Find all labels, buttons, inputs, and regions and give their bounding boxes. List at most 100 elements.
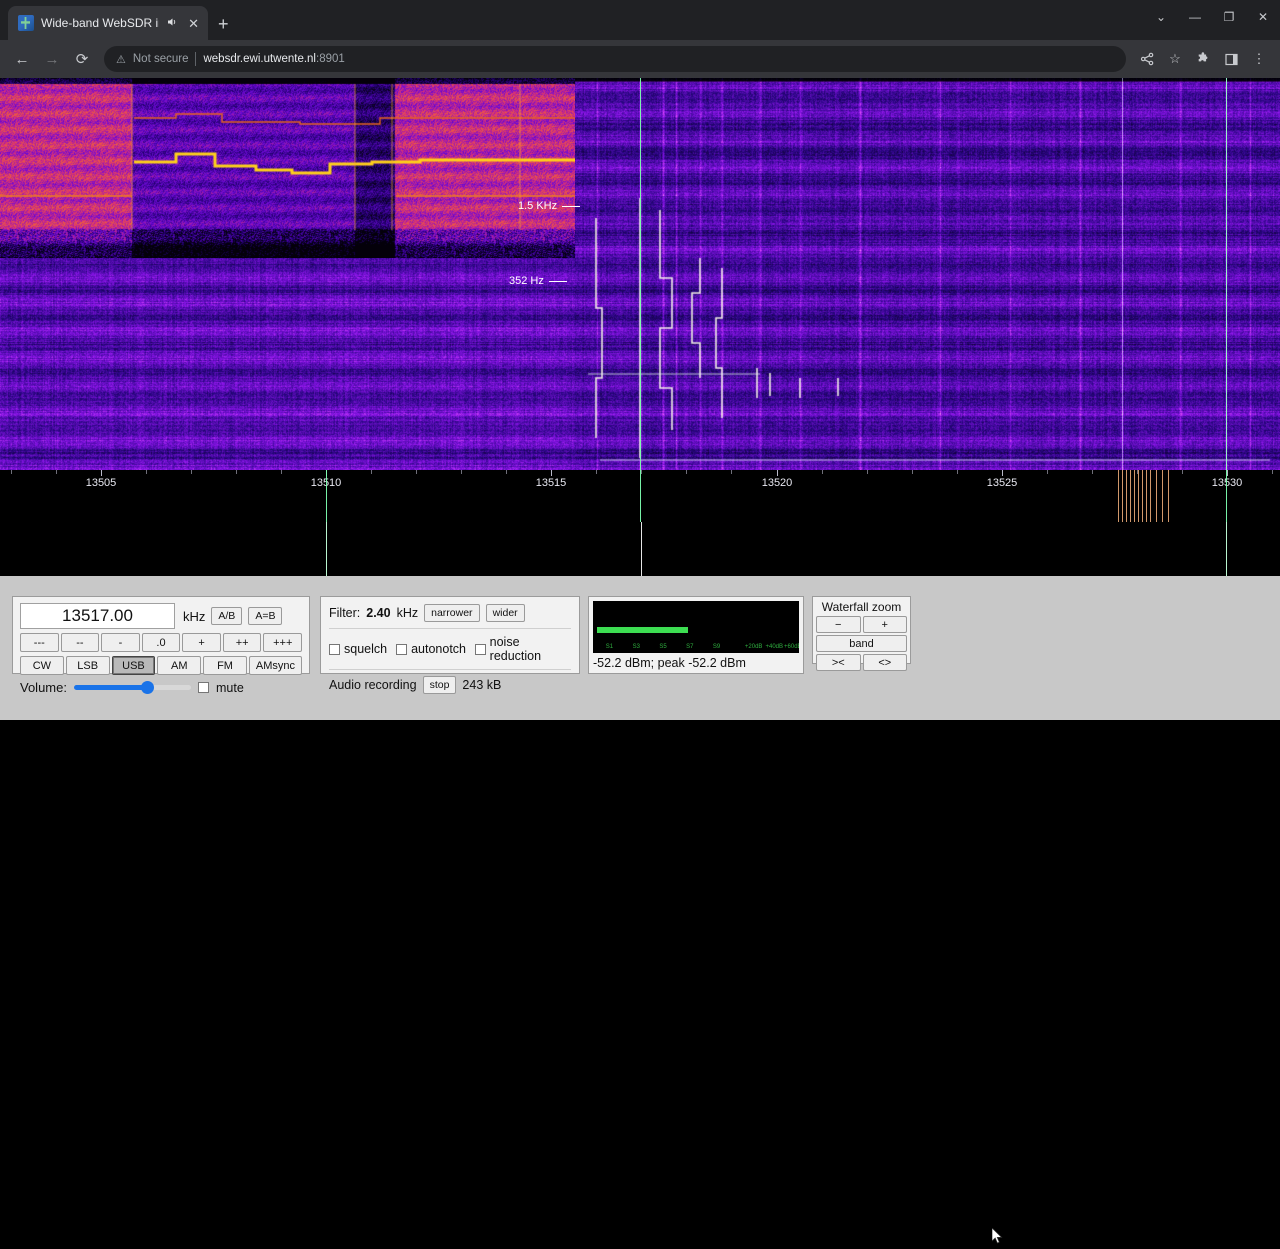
frequency-scale[interactable]: 135051351013515135201352513530: [0, 470, 1280, 522]
frequency-row: 13517.00 kHz A/B A=B: [20, 603, 302, 629]
frequency-tick-minor: [867, 470, 868, 474]
autonotch-label: autonotch: [411, 642, 467, 656]
frequency-step-button-5[interactable]: ++: [222, 633, 262, 652]
scale-marker-326: [326, 470, 327, 522]
frequency-step-button-3[interactable]: .0: [141, 633, 181, 652]
checkbox-item[interactable]: noise reduction: [475, 635, 571, 663]
tab-search-chevron-icon[interactable]: ⌄: [1144, 0, 1178, 34]
rus-band-tick: [1138, 470, 1139, 522]
browser-tab[interactable]: Wide-band WebSDR in Ensch ✕: [8, 6, 208, 40]
frequency-input[interactable]: 13517.00: [20, 603, 175, 629]
window-controls: ⌄ — ❐ ✕: [1144, 0, 1280, 34]
frequency-tick-minor: [236, 470, 237, 474]
smeter-scale-tick: +40dB: [765, 644, 784, 650]
back-icon[interactable]: ←: [8, 45, 36, 73]
band-marker-1122: [1122, 78, 1123, 470]
station-line-rabat: [641, 522, 642, 576]
audio-spectrogram-canvas: [0, 78, 575, 258]
recording-stop-button[interactable]: stop: [422, 676, 457, 694]
filter-label: Filter:: [329, 606, 361, 620]
a-equals-b-button[interactable]: A=B: [248, 607, 283, 625]
filter-value: 2.40: [366, 606, 391, 620]
zoom-in-button[interactable]: +: [862, 616, 907, 633]
rus-band-tick: [1146, 470, 1147, 522]
address-bar[interactable]: ⚠ Not secure websdr.ewi.utwente.nl:8901: [104, 46, 1126, 72]
frequency-step-button-1[interactable]: --: [60, 633, 100, 652]
mode-button-usb[interactable]: USB: [111, 656, 156, 675]
volume-fill: [73, 685, 147, 690]
toolbar-icons: ☆ ⋮: [1134, 46, 1272, 72]
waterfall-zoom-title: Waterfall zoom: [821, 600, 902, 614]
recording-label: Audio recording: [329, 678, 417, 692]
zoom-widen-button[interactable]: <>: [862, 654, 907, 671]
rus-band-tick: [1168, 470, 1169, 522]
frequency-tick-major: [101, 470, 102, 476]
websdr-display[interactable]: 1.5 KHz 352 Hz 1350513510135151352013525…: [0, 78, 1280, 576]
tab-title: Wide-band WebSDR in Ensch: [41, 16, 159, 30]
mode-button-lsb[interactable]: LSB: [65, 656, 110, 675]
smeter-scale-tick: S7: [686, 644, 694, 650]
frequency-tick-minor: [641, 470, 642, 474]
signal-meter: S1 S3 S5 S7 S9 +20dB+40dB+60dB: [593, 601, 799, 653]
mode-button-cw[interactable]: CW: [20, 656, 64, 675]
checkbox-item[interactable]: autonotch: [396, 642, 466, 656]
tab-audio-icon[interactable]: [166, 16, 178, 31]
dsp-checkbox-row: squelch autonotch noise reduction: [329, 635, 571, 663]
new-tab-button[interactable]: +: [218, 15, 229, 33]
frequency-tick-minor: [686, 470, 687, 474]
frequency-step-buttons: --- -- - .0 + ++ +++: [20, 633, 303, 652]
filter-narrower-button[interactable]: narrower: [424, 604, 480, 622]
frequency-tick-minor: [416, 470, 417, 474]
smeter-scale-tick: S5: [659, 644, 667, 650]
mode-button-fm[interactable]: FM: [203, 656, 247, 675]
smeter-scale-tick: S3: [632, 644, 640, 650]
noise-reduction-label: noise reduction: [489, 635, 542, 663]
volume-thumb[interactable]: [140, 681, 154, 694]
rus-band-tick: [1142, 470, 1143, 522]
ab-button[interactable]: A/B: [211, 607, 243, 625]
not-secure-warning-icon: ⚠: [116, 53, 126, 66]
browser-menu-icon[interactable]: ⋮: [1246, 46, 1272, 72]
side-panel-icon[interactable]: [1218, 46, 1244, 72]
rus-band-tick: [1162, 470, 1163, 522]
filter-card: Filter: 2.40 kHz narrower wider squelch a…: [320, 596, 580, 694]
frequency-tick-minor: [822, 470, 823, 474]
frequency-step-button-2[interactable]: -: [101, 633, 140, 652]
zoom-band-button[interactable]: band: [816, 635, 907, 652]
extensions-puzzle-icon[interactable]: [1190, 46, 1216, 72]
zoom-narrow-button[interactable]: ><: [816, 654, 861, 671]
autonotch-checkbox[interactable]: [396, 643, 408, 655]
reload-icon[interactable]: ⟳: [68, 45, 96, 73]
station-label-strip[interactable]: RUS Char TWN S Embassy Ashgabat 1000z Em…: [0, 522, 1280, 576]
checkbox-item[interactable]: squelch: [329, 642, 387, 656]
zoom-out-button[interactable]: −: [816, 616, 861, 633]
squelch-checkbox[interactable]: [329, 643, 340, 655]
tab-close-icon[interactable]: ✕: [185, 15, 202, 32]
close-window-icon[interactable]: ✕: [1246, 0, 1280, 34]
browser-toolbar: ← → ⟳ ⚠ Not secure websdr.ewi.utwente.nl…: [0, 40, 1280, 78]
bookmark-star-icon[interactable]: ☆: [1162, 46, 1188, 72]
frequency-step-button-4[interactable]: +: [182, 633, 221, 652]
share-icon[interactable]: [1134, 46, 1160, 72]
rus-band-tick: [1130, 470, 1131, 522]
frequency-step-button-0[interactable]: ---: [20, 633, 59, 652]
minimize-icon[interactable]: —: [1178, 0, 1212, 34]
tuning-marker-line: [640, 78, 641, 470]
frequency-tick-label: 13505: [85, 477, 117, 489]
signal-readout: -52.2 dBm; peak -52.2 dBm: [593, 656, 746, 670]
frequency-tick-minor: [596, 470, 597, 474]
mode-button-amsync[interactable]: AMsync: [248, 656, 303, 675]
zoom-row-1: − +: [816, 616, 907, 633]
forward-icon[interactable]: →: [38, 45, 66, 73]
mute-checkbox[interactable]: [197, 682, 209, 693]
filter-wider-button[interactable]: wider: [485, 604, 525, 622]
mode-button-am[interactable]: AM: [157, 656, 202, 675]
zoom-row-2: band: [816, 635, 907, 652]
volume-slider[interactable]: [73, 681, 191, 694]
tuning-card: 13517.00 kHz A/B A=B --- -- - .0 + ++ +++ CW LS…: [12, 596, 310, 695]
frequency-tick-minor: [1092, 470, 1093, 474]
frequency-tick-label: 13530: [1211, 477, 1243, 489]
frequency-step-button-6[interactable]: +++: [263, 633, 303, 652]
maximize-icon[interactable]: ❐: [1212, 0, 1246, 34]
noise-reduction-checkbox[interactable]: [475, 643, 486, 655]
